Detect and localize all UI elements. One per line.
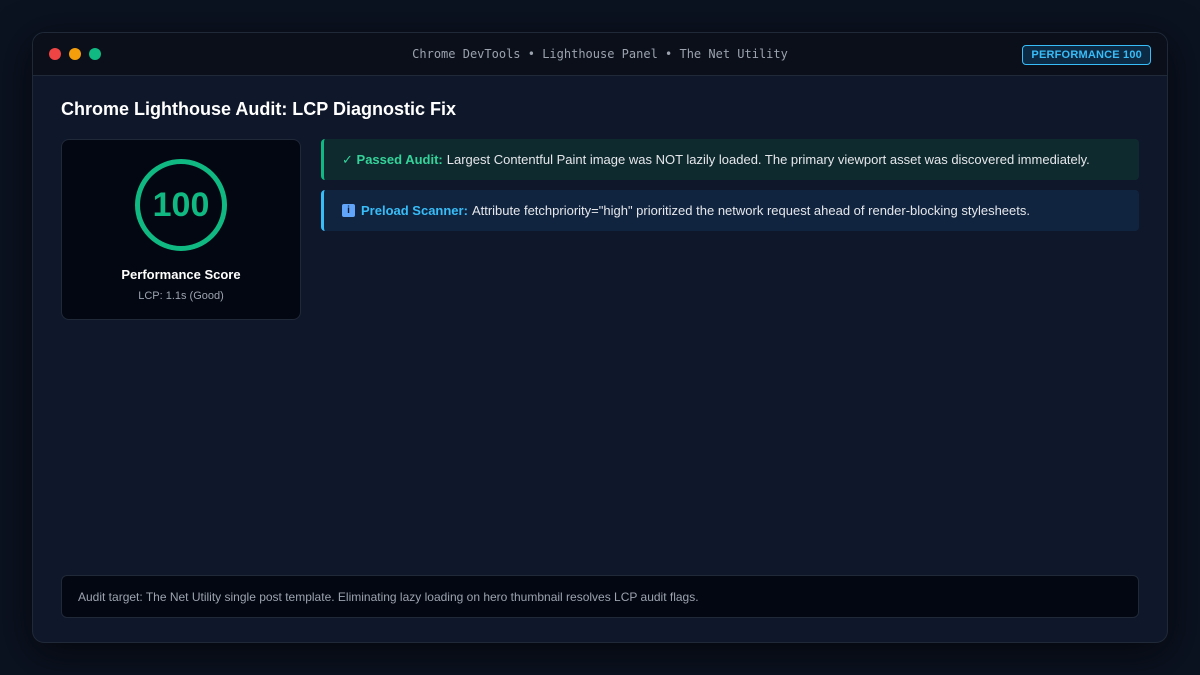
passed-audit-lead: ✓ Passed Audit:	[342, 152, 443, 168]
lcp-metric: LCP: 1.1s (Good)	[138, 290, 224, 302]
score-card: 100 Performance Score LCP: 1.1s (Good)	[61, 139, 301, 320]
devtools-window: Chrome DevTools • Lighthouse Panel • The…	[32, 32, 1168, 643]
score-value: 100	[152, 185, 210, 224]
passed-audit-alert: ✓ Passed Audit: Largest Contentful Paint…	[321, 139, 1139, 180]
info-icon: i	[342, 204, 355, 217]
preload-scanner-alert: i Preload Scanner: Attribute fetchpriori…	[321, 190, 1139, 231]
score-label: Performance Score	[121, 267, 241, 282]
page-title: Chrome Lighthouse Audit: LCP Diagnostic …	[61, 99, 457, 119]
performance-badge: PERFORMANCE 100	[1022, 45, 1151, 65]
audit-alerts: ✓ Passed Audit: Largest Contentful Paint…	[321, 139, 1139, 241]
passed-audit-lead-text: Passed Audit:	[356, 151, 443, 167]
passed-audit-text: Largest Contentful Paint image was NOT l…	[446, 152, 1090, 167]
window-title: Chrome DevTools • Lighthouse Panel • The…	[412, 47, 788, 61]
title-bar: Chrome DevTools • Lighthouse Panel • The…	[33, 33, 1167, 76]
preload-scanner-lead: Preload Scanner:	[361, 203, 468, 218]
check-icon: ✓	[342, 151, 353, 167]
preload-scanner-text: Attribute fetchpriority="high" prioritiz…	[471, 203, 1030, 218]
main-content: Chrome Lighthouse Audit: LCP Diagnostic …	[61, 99, 1139, 320]
score-gauge: 100	[135, 159, 227, 251]
audit-target-note: Audit target: The Net Utility single pos…	[61, 575, 1139, 618]
